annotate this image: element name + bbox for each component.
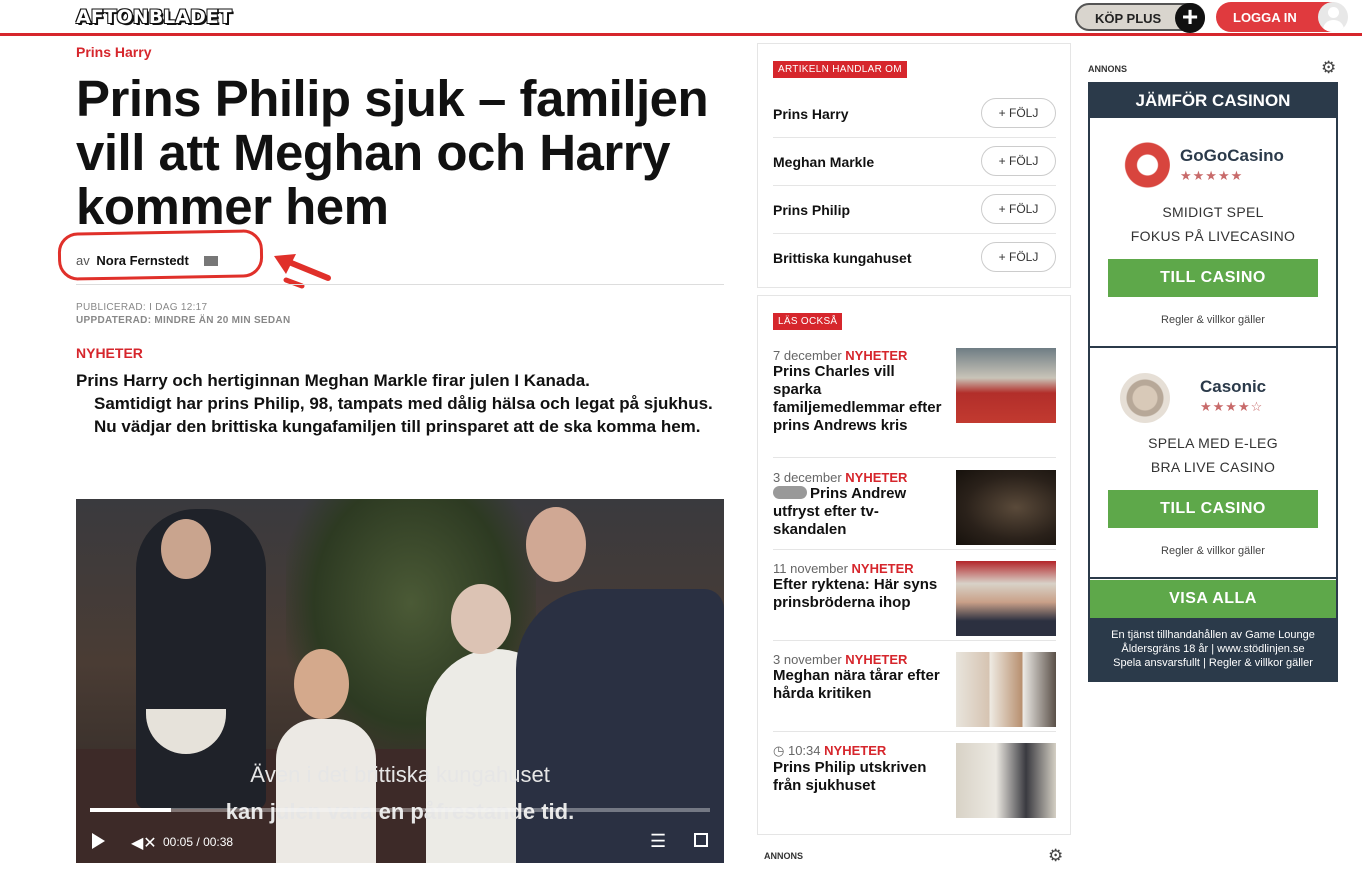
casino-card: Casonic ★★★★☆ SPELA MED E-LEG BRA LIVE C… xyxy=(1090,349,1336,579)
plus-icon: + xyxy=(1175,3,1205,33)
read-also-item[interactable]: 3 december NYHETER Prins Andrew utfryst … xyxy=(773,470,1056,550)
red-circle-annotation xyxy=(57,229,264,281)
item-title[interactable]: Efter ryktena: Här syns prinsbröderna ih… xyxy=(773,576,943,612)
casonic-logo-icon xyxy=(1120,373,1170,423)
duration: 00:38 xyxy=(203,835,234,849)
top-bar: AFTONBLADET KÖP PLUS + LOGGA IN xyxy=(0,0,1362,36)
item-title[interactable]: Meghan nära tårar efter hårda kritiken xyxy=(773,667,943,703)
lead-paragraph: Samtidigt har prins Philip, 98, tampats … xyxy=(94,394,713,413)
follow-button[interactable]: + FÖLJ xyxy=(981,146,1056,176)
gear-icon[interactable]: ⚙ xyxy=(1321,58,1336,78)
follow-button[interactable]: + FÖLJ xyxy=(981,194,1056,224)
settings-sliders-icon[interactable]: ☰ xyxy=(650,831,666,852)
topic-name[interactable]: Prins Philip xyxy=(773,202,850,218)
mute-icon[interactable]: ◀✕ xyxy=(131,833,157,853)
video-player[interactable]: Även i det brittiska kungahuset kan jule… xyxy=(76,499,724,863)
plus-badge-icon xyxy=(773,486,807,499)
topic-name[interactable]: Meghan Markle xyxy=(773,154,874,170)
casino-card: GoGoCasino ★★★★★ SMIDIGT SPEL FOKUS PÅ L… xyxy=(1090,118,1336,348)
visa-alla-button[interactable]: VISA ALLA xyxy=(1090,580,1336,618)
current-time: 00:05 xyxy=(163,835,194,849)
divider xyxy=(76,284,724,285)
play-icon[interactable] xyxy=(92,833,105,849)
article-kicker[interactable]: Prins Harry xyxy=(76,44,151,60)
user-avatar-icon xyxy=(1318,2,1348,32)
login-label: LOGGA IN xyxy=(1233,10,1297,25)
topic-row: Prins Philip + FÖLJ xyxy=(773,186,1056,234)
item-thumbnail[interactable] xyxy=(956,470,1056,545)
casino-feature: FOKUS PÅ LIVECASINO xyxy=(1130,228,1296,244)
topic-row: Prins Harry + FÖLJ xyxy=(773,90,1056,138)
read-also-item[interactable]: ◷ 10:34 NYHETER Prins Philip utskriven f… xyxy=(773,743,1056,828)
casino-name: GoGoCasino xyxy=(1180,146,1284,165)
buy-plus-label: KÖP PLUS xyxy=(1095,11,1162,26)
section-label[interactable]: NYHETER xyxy=(76,345,143,361)
casino-ad: JÄMFÖR CASINON GoGoCasino ★★★★★ SMIDIGT … xyxy=(1088,82,1338,682)
read-also-tag: LÄS OCKSÅ xyxy=(773,313,843,330)
video-subtitle: Även i det brittiska kungahuset xyxy=(250,762,550,787)
rating-stars-icon: ★★★★★ xyxy=(1180,168,1244,183)
casino-terms: Regler & villkor gäller xyxy=(1161,545,1265,557)
read-also-item[interactable]: 11 november NYHETER Efter ryktena: Här s… xyxy=(773,561,1056,641)
item-thumbnail[interactable] xyxy=(956,561,1056,636)
video-subtitle: kan julen vara en påfrestande tid. xyxy=(225,799,575,824)
topic-row: Meghan Markle + FÖLJ xyxy=(773,138,1056,186)
item-thumbnail[interactable] xyxy=(956,348,1056,423)
article-lead: Prins Harry och hertiginnan Meghan Markl… xyxy=(76,369,716,438)
annons-label: ANNONS xyxy=(1088,64,1128,74)
clock-icon: ◷ xyxy=(773,743,785,758)
topic-name[interactable]: Brittiska kungahuset xyxy=(773,250,911,266)
updated-time: UPPDATERAD: MINDRE ÄN 20 MIN SEDAN xyxy=(76,315,291,326)
read-also-item[interactable]: 7 december NYHETER Prins Charles vill sp… xyxy=(773,348,1056,458)
casino-name: Casonic xyxy=(1200,377,1267,396)
item-thumbnail[interactable] xyxy=(956,743,1056,818)
gear-icon[interactable]: ⚙ xyxy=(1048,846,1063,866)
casino-terms: Regler & villkor gäller xyxy=(1161,314,1265,326)
follow-button[interactable]: + FÖLJ xyxy=(981,98,1056,128)
follow-button[interactable]: + FÖLJ xyxy=(981,242,1056,272)
lead-paragraph: Prins Harry och hertiginnan Meghan Markl… xyxy=(76,371,590,390)
lead-paragraph: Nu vädjar den brittiska kungafamiljen ti… xyxy=(94,417,701,436)
rating-stars-icon: ★★★★☆ xyxy=(1200,399,1264,414)
till-casino-button[interactable]: TILL CASINO xyxy=(1108,490,1318,528)
red-arrow-annotation xyxy=(274,254,331,289)
published-time: PUBLICERAD: I DAG 12:17 xyxy=(76,302,208,313)
item-title[interactable]: Prins Charles vill sparka familjemedlemm… xyxy=(773,363,943,435)
gogocasino-logo-icon xyxy=(1120,140,1170,190)
video-progress-bar[interactable] xyxy=(90,808,710,812)
casino-feature: BRA LIVE CASINO xyxy=(1150,459,1276,475)
ad-header: JÄMFÖR CASINON xyxy=(1090,84,1336,118)
ad-footer: En tjänst tillhandahållen av Game Lounge… xyxy=(1090,618,1336,680)
topic-row: Brittiska kungahuset + FÖLJ xyxy=(773,234,1056,282)
ad-footer-line: En tjänst tillhandahållen av Game Lounge xyxy=(1111,629,1315,641)
item-title[interactable]: Prins Philip utskriven från sjukhuset xyxy=(773,759,943,795)
video-time: 00:05 / 00:38 xyxy=(163,835,233,849)
item-thumbnail[interactable] xyxy=(956,652,1056,727)
article-headline: Prins Philip sjuk – familjen vill att Me… xyxy=(76,70,709,235)
video-progress-fill xyxy=(90,808,171,812)
ad-footer-line[interactable]: Åldersgräns 18 år | www.stödlinjen.se xyxy=(1090,642,1336,656)
topic-name[interactable]: Prins Harry xyxy=(773,106,848,122)
casino-feature: SPELA MED E-LEG xyxy=(1148,435,1278,451)
time-separator: / xyxy=(196,835,200,849)
item-title[interactable]: Prins Andrew utfryst efter tv-skandalen xyxy=(773,485,943,539)
aftonbladet-logo[interactable]: AFTONBLADET xyxy=(76,6,232,28)
buy-plus-button[interactable]: KÖP PLUS + xyxy=(1075,3,1205,33)
annons-label: ANNONS xyxy=(764,851,804,861)
topics-box: ARTIKELN HANDLAR OM Prins Harry + FÖLJ M… xyxy=(757,43,1071,288)
read-also-item[interactable]: 3 november NYHETER Meghan nära tårar eft… xyxy=(773,652,1056,732)
topics-tag: ARTIKELN HANDLAR OM xyxy=(773,61,907,78)
read-also-box: LÄS OCKSÅ 7 december NYHETER Prins Charl… xyxy=(757,295,1071,835)
ad-footer-line[interactable]: Spela ansvarsfullt | Regler & villkor gä… xyxy=(1090,656,1336,670)
fullscreen-icon[interactable] xyxy=(694,833,708,847)
till-casino-button[interactable]: TILL CASINO xyxy=(1108,259,1318,297)
login-button[interactable]: LOGGA IN xyxy=(1216,2,1348,32)
casino-feature: SMIDIGT SPEL xyxy=(1162,204,1264,220)
video-controls: ◀✕ 00:05 / 00:38 ☰ xyxy=(76,823,724,859)
